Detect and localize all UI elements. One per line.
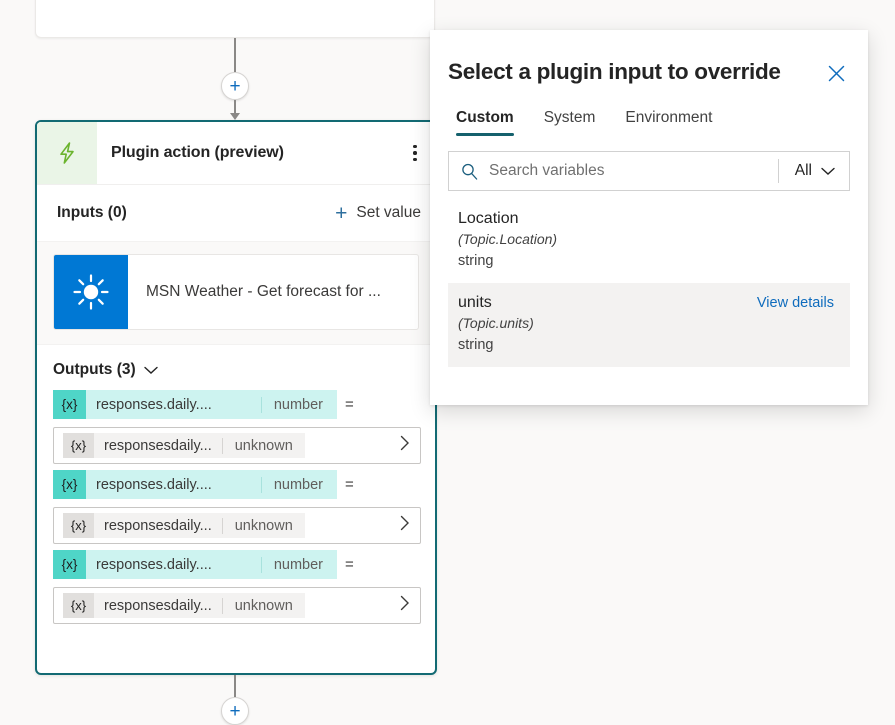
panel-header: Select a plugin input to override: [448, 30, 850, 87]
tab-system[interactable]: System: [544, 109, 596, 136]
tab-label: Environment: [625, 109, 713, 126]
add-node-button[interactable]: +: [221, 72, 249, 100]
connector-card[interactable]: MSN Weather - Get forecast for ...: [53, 254, 419, 330]
node-header: Plugin action (preview): [37, 122, 435, 185]
chevron-down-icon: [143, 366, 158, 374]
output-variable-type: number: [260, 396, 337, 413]
plugin-action-node[interactable]: Plugin action (preview) Inputs (0) + Set…: [35, 120, 437, 675]
outputs-section: Outputs (3) {x} responses.daily.... number…: [37, 345, 435, 624]
variable-item[interactable]: Location (Topic.Location) string: [448, 199, 850, 283]
plus-icon: +: [229, 75, 241, 97]
output-value-field[interactable]: {x} responsesdaily... unknown: [53, 507, 421, 544]
trigger-phrase: what's the weather: [58, 0, 412, 7]
output-variable-row: {x} responses.daily.... number =: [53, 390, 419, 427]
add-node-button-bottom[interactable]: +: [221, 697, 249, 725]
variable-path: (Topic.units): [458, 315, 534, 331]
variable-type: string: [458, 337, 494, 353]
connector-strip: MSN Weather - Get forecast for ...: [37, 241, 435, 345]
filter-dropdown[interactable]: All: [779, 162, 849, 180]
connector-line: [234, 675, 236, 697]
output-value-type: unknown: [221, 437, 305, 454]
plus-icon: +: [229, 700, 241, 722]
connector-line: [234, 38, 236, 72]
inputs-section-header: Inputs (0) + Set value: [37, 185, 435, 241]
panel-title: Select a plugin input to override: [448, 59, 781, 84]
variable-badge-icon: {x}: [63, 433, 94, 458]
output-variable-name: responses.daily....: [96, 476, 212, 493]
search-icon: [449, 163, 489, 180]
set-value-button[interactable]: + Set value: [335, 203, 421, 224]
search-input[interactable]: [489, 162, 778, 180]
set-value-label: Set value: [356, 204, 421, 221]
output-value-name: responsesdaily...: [104, 517, 212, 534]
equals-operator: =: [345, 556, 354, 573]
equals-operator: =: [345, 396, 354, 413]
sun-icon: [54, 255, 128, 329]
equals-operator: =: [345, 476, 354, 493]
variable-path: (Topic.Location): [458, 231, 558, 247]
chevron-right-icon[interactable]: [400, 515, 410, 536]
plus-icon: +: [335, 201, 348, 225]
select-plugin-input-panel: Select a plugin input to override Custom…: [430, 30, 868, 405]
output-variable-chip[interactable]: {x} responses.daily.... number: [53, 470, 337, 499]
outputs-toggle[interactable]: Outputs (3): [53, 361, 158, 379]
outputs-label: Outputs (3): [53, 361, 136, 378]
variable-name: Location: [458, 210, 519, 227]
variable-badge-icon: {x}: [53, 390, 86, 419]
variable-type: string: [458, 253, 494, 269]
output-value-chip: {x} responsesdaily... unknown: [63, 593, 305, 618]
output-value-type: unknown: [221, 517, 305, 534]
node-title: Plugin action (preview): [111, 144, 284, 161]
more-vertical-icon[interactable]: [395, 144, 435, 162]
output-row: {x} responses.daily.... number = {x} response…: [53, 390, 421, 464]
tab-custom[interactable]: Custom: [456, 109, 514, 136]
chevron-down-icon: [821, 167, 835, 175]
filter-label: All: [794, 162, 812, 179]
tab-label: Custom: [456, 109, 514, 126]
chevron-right-icon[interactable]: [400, 595, 410, 616]
output-variable-chip[interactable]: {x} responses.daily.... number: [53, 550, 337, 579]
output-variable-row: {x} responses.daily.... number =: [53, 550, 419, 587]
connector-name: MSN Weather - Get forecast for ...: [146, 283, 381, 300]
lightning-bolt-icon: [37, 122, 97, 184]
inputs-label: Inputs (0): [57, 204, 127, 221]
output-variable-row: {x} responses.daily.... number =: [53, 470, 419, 507]
output-value-chip: {x} responsesdaily... unknown: [63, 513, 305, 538]
variable-badge-icon: {x}: [53, 550, 86, 579]
connector-arrow-icon: [230, 113, 240, 120]
variable-badge-icon: {x}: [63, 593, 94, 618]
close-icon[interactable]: [822, 59, 850, 87]
output-value-name: responsesdaily...: [104, 437, 212, 454]
panel-tabs: Custom System Environment: [448, 109, 850, 136]
view-details-link[interactable]: View details: [757, 295, 834, 311]
output-variable-type: number: [260, 556, 337, 573]
output-value-type: unknown: [221, 597, 305, 614]
output-row: {x} responses.daily.... number = {x} response…: [53, 550, 421, 624]
output-value-name: responsesdaily...: [104, 597, 212, 614]
variable-list: Location (Topic.Location) string units (Topi…: [448, 199, 850, 367]
variable-item[interactable]: units (Topic.units) string View details: [448, 283, 850, 367]
chevron-right-icon[interactable]: [400, 435, 410, 456]
tab-environment[interactable]: Environment: [625, 109, 712, 136]
output-value-field[interactable]: {x} responsesdaily... unknown: [53, 587, 421, 624]
tab-label: System: [543, 109, 596, 126]
output-value-field[interactable]: {x} responsesdaily... unknown: [53, 427, 421, 464]
output-variable-chip[interactable]: {x} responses.daily.... number: [53, 390, 337, 419]
variable-badge-icon: {x}: [63, 513, 94, 538]
output-variable-name: responses.daily....: [96, 396, 212, 413]
output-row: {x} responses.daily.... number = {x} response…: [53, 470, 421, 544]
output-variable-type: number: [260, 476, 337, 493]
variable-badge-icon: {x}: [53, 470, 86, 499]
search-bar: All: [448, 151, 850, 191]
trigger-card[interactable]: get weather what's the weather: [35, 0, 435, 38]
output-variable-name: responses.daily....: [96, 556, 212, 573]
output-value-chip: {x} responsesdaily... unknown: [63, 433, 305, 458]
